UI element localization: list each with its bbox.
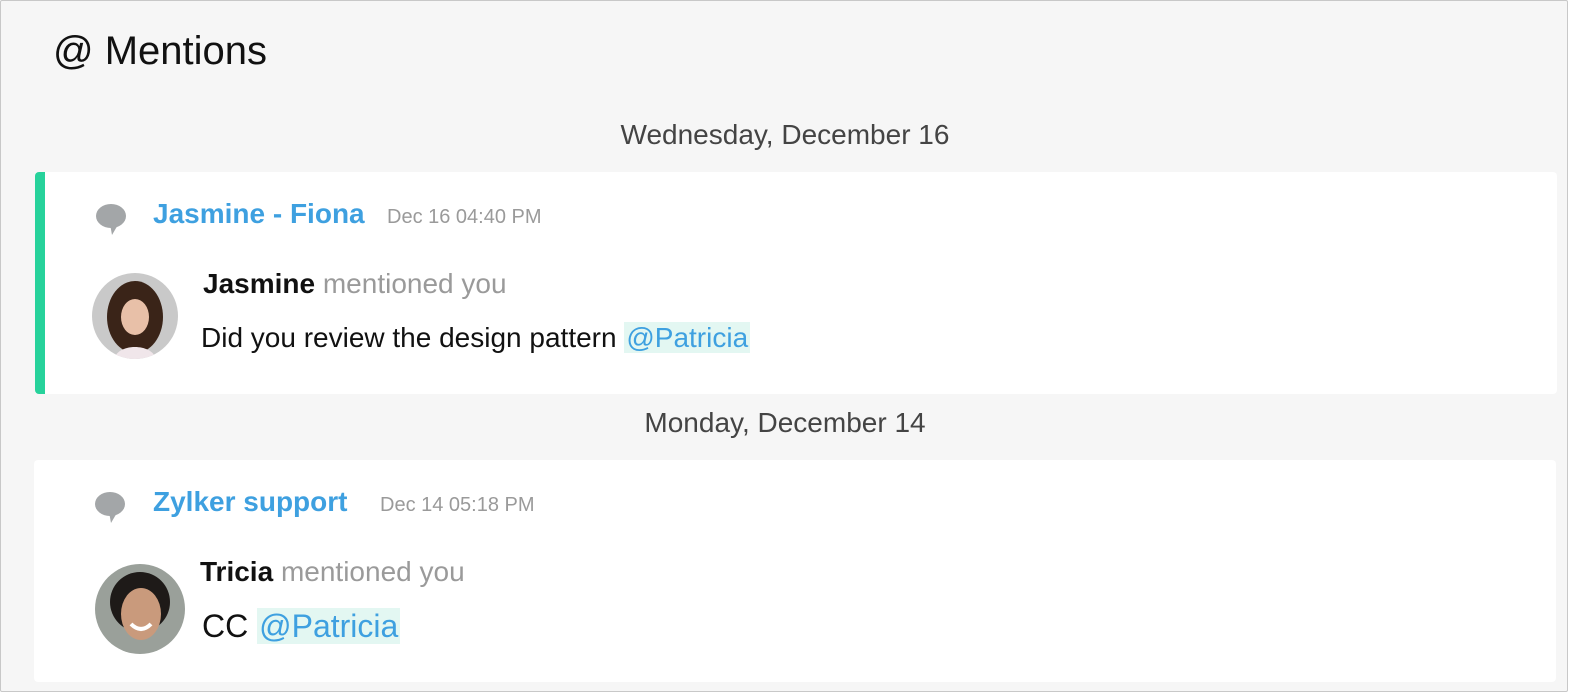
chat-name-link[interactable]: Zylker support (153, 486, 347, 518)
avatar[interactable] (92, 273, 178, 359)
date-separator: Monday, December 14 (644, 407, 926, 438)
page-title: @ Mentions (53, 29, 268, 73)
chat-bubble-icon (95, 492, 125, 523)
chat-bubble-icon (96, 204, 126, 235)
message-text: CC @Patricia (202, 608, 401, 645)
mention-tag[interactable]: @Patricia (624, 322, 751, 353)
date-separator: Wednesday, December 16 (620, 119, 950, 150)
sender-name[interactable]: Tricia (200, 556, 273, 587)
mention-tag[interactable]: @Patricia (257, 608, 401, 644)
sender-name[interactable]: Jasmine (203, 268, 315, 299)
mention-card[interactable]: Zylker support Dec 14 05:18 PM Tricia me… (34, 460, 1556, 682)
mentions-panel: @ Mentions Wednesday, December 16 Jasmin… (0, 0, 1568, 692)
message-text: Did you review the design pattern @Patri… (201, 322, 751, 354)
mention-card[interactable]: Jasmine - Fiona Dec 16 04:40 PM Jasmine … (35, 172, 1557, 394)
mention-timestamp: Dec 16 04:40 PM (387, 206, 542, 228)
message-body: CC (202, 608, 249, 644)
mention-action: mentioned you (280, 556, 465, 587)
avatar[interactable] (95, 564, 185, 654)
message-body: Did you review the design pattern (201, 322, 617, 353)
chat-name-link[interactable]: Jasmine - Fiona (153, 198, 365, 230)
mention-timestamp: Dec 14 05:18 PM (380, 494, 535, 516)
mention-action: mentioned you (322, 268, 507, 299)
